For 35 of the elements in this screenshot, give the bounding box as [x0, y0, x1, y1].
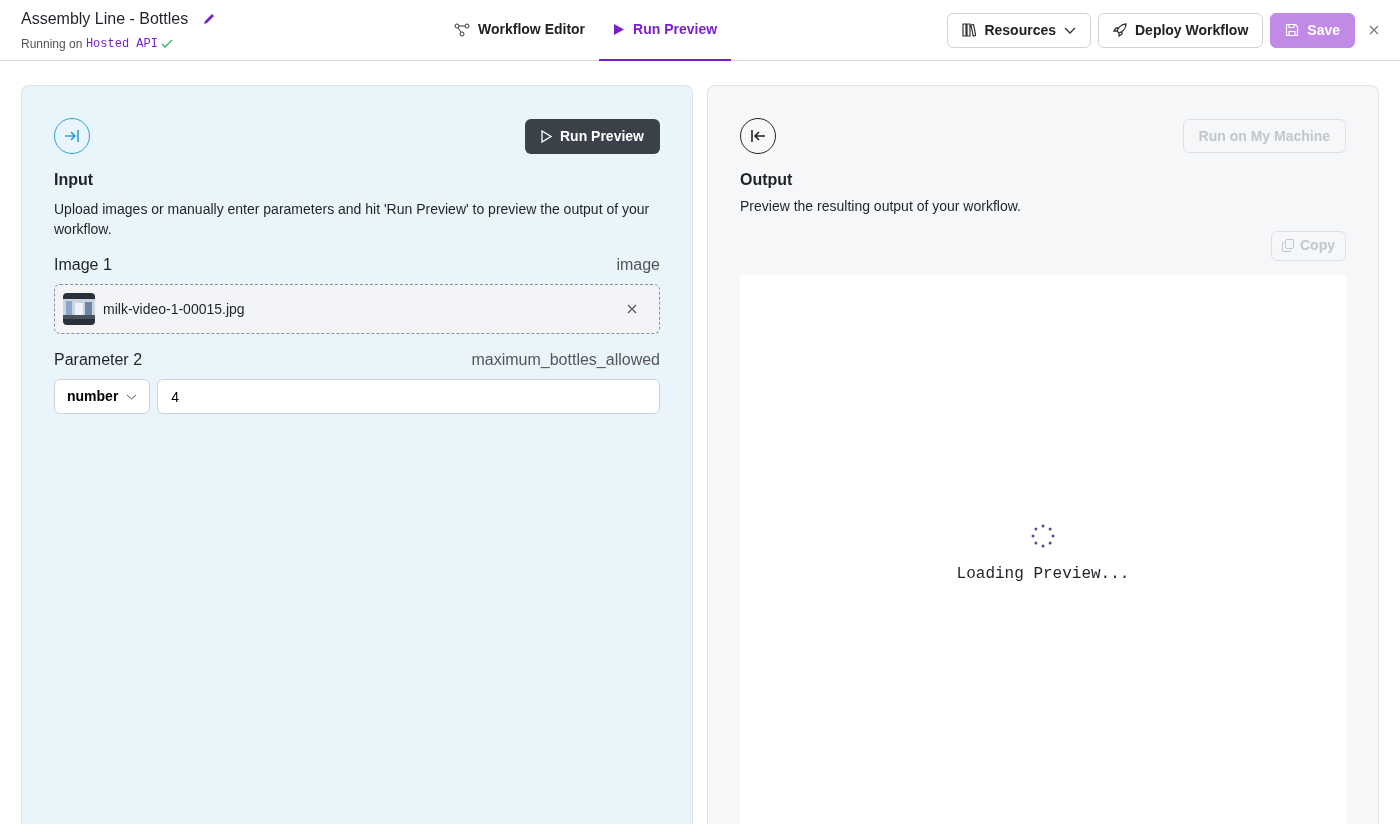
- close-icon[interactable]: [1369, 25, 1379, 35]
- description-text: Upload images or manually enter parameters and hit 'Run Preview' to preview the output of your workflow.: [54, 200, 651, 239]
- chevron-down-icon: [126, 393, 138, 400]
- play-icon: [540, 129, 552, 143]
- running-label: Running on: [21, 35, 83, 53]
- nodes-icon: [454, 22, 470, 37]
- check-icon: [161, 38, 174, 49]
- description-text: Preview the resulting output of your workflow.: [740, 196, 1022, 216]
- workflow-title: Assembly Line - Bottles: [21, 9, 189, 30]
- books-icon: [962, 23, 977, 37]
- type-dropdown[interactable]: number: [54, 379, 151, 414]
- section-title: Input: [54, 170, 95, 190]
- deploy-button[interactable]: Deploy Workflow: [1098, 12, 1264, 48]
- remove-icon[interactable]: [627, 304, 637, 314]
- section-title: Output: [740, 170, 794, 190]
- loading-text: Loading Preview...: [956, 563, 1130, 585]
- spinner-icon: [1031, 523, 1055, 548]
- resources-dropdown[interactable]: Resources: [947, 12, 1091, 48]
- save-icon: [1285, 23, 1300, 37]
- tab[interactable]: Run Preview: [599, 0, 732, 61]
- file-name: milk-video-1-00015.jpg: [103, 299, 246, 319]
- tab[interactable]: Workflow Editor: [440, 0, 600, 61]
- field-name: maximum_bottles_allowed: [471, 350, 660, 370]
- runtime-name: Hosted API: [85, 35, 158, 53]
- image-upload-field[interactable]: milk-video-1-00015.jpg: [54, 284, 660, 334]
- field-label: Parameter 2: [54, 350, 143, 370]
- field-name: image: [616, 255, 660, 275]
- field-label: Image 1: [54, 255, 112, 275]
- chevron-down-icon: [1064, 26, 1076, 34]
- pencil-icon[interactable]: [202, 12, 217, 27]
- rocket-icon: [1113, 23, 1127, 37]
- value-input[interactable]: 4: [157, 379, 660, 414]
- copy-icon: [1282, 239, 1294, 252]
- run-preview-button[interactable]: Run Preview: [524, 118, 660, 154]
- play-icon: [613, 23, 626, 36]
